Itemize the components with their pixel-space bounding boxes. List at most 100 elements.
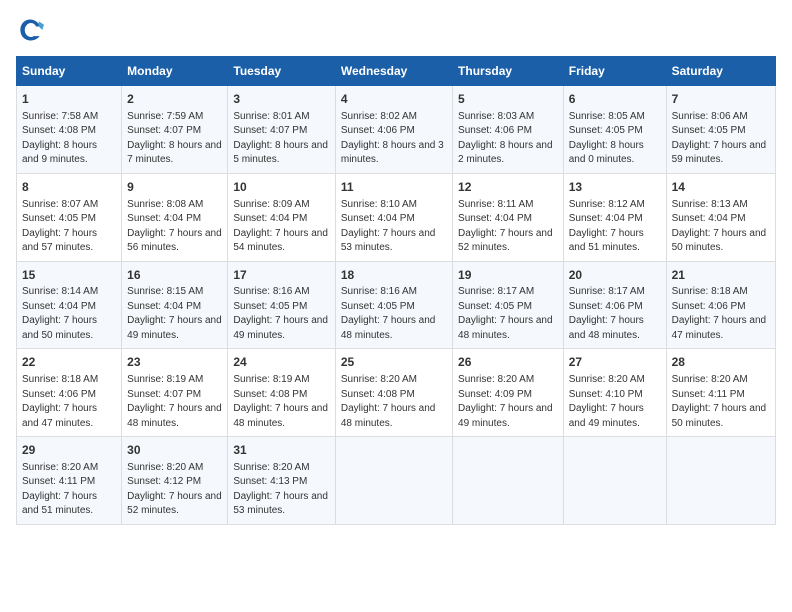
calendar-cell: 8 Sunrise: 8:07 AMSunset: 4:05 PMDaylight… [17,173,122,261]
day-number: 14 [672,179,770,196]
calendar-cell: 31 Sunrise: 8:20 AMSunset: 4:13 PMDayligh… [228,437,335,525]
day-number: 2 [127,91,222,108]
cell-content: Sunrise: 8:13 AMSunset: 4:04 PMDaylight:… [672,198,770,256]
day-number: 31 [233,442,329,459]
day-number: 13 [569,179,661,196]
calendar-cell: 2 Sunrise: 7:59 AMSunset: 4:07 PMDaylight… [122,86,228,174]
cell-content: Sunrise: 8:11 AMSunset: 4:04 PMDaylight:… [458,198,558,256]
cell-content: Sunrise: 8:10 AMSunset: 4:04 PMDaylight:… [341,198,447,256]
calendar-cell: 28Sunrise: 8:20 AMSunset: 4:11 PMDayligh… [666,349,775,437]
cell-content: Sunrise: 7:58 AMSunset: 4:08 PMDaylight:… [22,110,116,168]
calendar-cell: 19Sunrise: 8:17 AMSunset: 4:05 PMDayligh… [453,261,564,349]
day-number: 9 [127,179,222,196]
calendar-cell: 23 Sunrise: 8:19 AMSunset: 4:07 PMDayligh… [122,349,228,437]
day-number: 7 [672,91,770,108]
day-number: 12 [458,179,558,196]
cell-content: Sunrise: 8:20 AMSunset: 4:09 PMDaylight:… [458,373,558,431]
cell-content: Sunrise: 8:03 AMSunset: 4:06 PMDaylight:… [458,110,558,168]
calendar-cell: 20Sunrise: 8:17 AMSunset: 4:06 PMDayligh… [563,261,666,349]
column-header-sunday: Sunday [17,57,122,86]
calendar-cell: 10 Sunrise: 8:09 AMSunset: 4:04 PMDayligh… [228,173,335,261]
cell-content: Sunrise: 8:19 AMSunset: 4:07 PMDaylight:… [127,373,222,431]
column-header-friday: Friday [563,57,666,86]
day-number: 20 [569,267,661,284]
calendar-cell [666,437,775,525]
logo [16,16,50,44]
calendar-cell: 7 Sunrise: 8:06 AMSunset: 4:05 PMDaylight… [666,86,775,174]
calendar-cell: 27 Sunrise: 8:20 AMSunset: 4:10 PMDayligh… [563,349,666,437]
calendar-cell: 16Sunrise: 8:15 AMSunset: 4:04 PMDayligh… [122,261,228,349]
cell-content: Sunrise: 7:59 AMSunset: 4:07 PMDaylight:… [127,110,222,168]
calendar-cell: 14 Sunrise: 8:13 AMSunset: 4:04 PMDayligh… [666,173,775,261]
cell-content: Sunrise: 8:20 AMSunset: 4:08 PMDaylight:… [341,373,447,431]
calendar-cell [335,437,452,525]
calendar-cell: 30 Sunrise: 8:20 AMSunset: 4:12 PMDayligh… [122,437,228,525]
cell-content: Sunrise: 8:14 AMSunset: 4:04 PMDaylight:… [22,285,116,343]
cell-content: Sunrise: 8:17 AMSunset: 4:05 PMDaylight:… [458,285,558,343]
calendar-cell: 24 Sunrise: 8:19 AMSunset: 4:08 PMDayligh… [228,349,335,437]
column-header-monday: Monday [122,57,228,86]
day-number: 22 [22,354,116,371]
day-number: 6 [569,91,661,108]
cell-content: Sunrise: 8:08 AMSunset: 4:04 PMDaylight:… [127,198,222,256]
day-number: 1 [22,91,116,108]
calendar-week-row: 29 Sunrise: 8:20 AMSunset: 4:11 PMDayligh… [17,437,776,525]
day-number: 24 [233,354,329,371]
day-number: 4 [341,91,447,108]
day-number: 25 [341,354,447,371]
calendar-cell: 5Sunrise: 8:03 AMSunset: 4:06 PMDaylight… [453,86,564,174]
cell-content: Sunrise: 8:20 AMSunset: 4:13 PMDaylight:… [233,461,329,519]
calendar-cell: 21Sunrise: 8:18 AMSunset: 4:06 PMDayligh… [666,261,775,349]
day-number: 29 [22,442,116,459]
calendar-cell: 13Sunrise: 8:12 AMSunset: 4:04 PMDayligh… [563,173,666,261]
day-number: 30 [127,442,222,459]
calendar-cell [453,437,564,525]
calendar-cell: 25 Sunrise: 8:20 AMSunset: 4:08 PMDayligh… [335,349,452,437]
page-header [16,16,776,44]
cell-content: Sunrise: 8:18 AMSunset: 4:06 PMDaylight:… [22,373,116,431]
calendar-cell [563,437,666,525]
day-number: 11 [341,179,447,196]
calendar-week-row: 22 Sunrise: 8:18 AMSunset: 4:06 PMDayligh… [17,349,776,437]
cell-content: Sunrise: 8:16 AMSunset: 4:05 PMDaylight:… [341,285,447,343]
cell-content: Sunrise: 8:06 AMSunset: 4:05 PMDaylight:… [672,110,770,168]
calendar-cell: 9 Sunrise: 8:08 AMSunset: 4:04 PMDaylight… [122,173,228,261]
day-number: 8 [22,179,116,196]
cell-content: Sunrise: 8:01 AMSunset: 4:07 PMDaylight:… [233,110,329,168]
day-number: 21 [672,267,770,284]
column-header-thursday: Thursday [453,57,564,86]
calendar-cell: 18Sunrise: 8:16 AMSunset: 4:05 PMDayligh… [335,261,452,349]
day-number: 23 [127,354,222,371]
cell-content: Sunrise: 8:02 AMSunset: 4:06 PMDaylight:… [341,110,447,168]
cell-content: Sunrise: 8:20 AMSunset: 4:12 PMDaylight:… [127,461,222,519]
logo-icon [16,16,44,44]
column-header-wednesday: Wednesday [335,57,452,86]
calendar-cell: 22 Sunrise: 8:18 AMSunset: 4:06 PMDayligh… [17,349,122,437]
cell-content: Sunrise: 8:20 AMSunset: 4:10 PMDaylight:… [569,373,661,431]
calendar-cell: 11 Sunrise: 8:10 AMSunset: 4:04 PMDayligh… [335,173,452,261]
day-number: 17 [233,267,329,284]
day-number: 16 [127,267,222,284]
cell-content: Sunrise: 8:05 AMSunset: 4:05 PMDaylight:… [569,110,661,168]
cell-content: Sunrise: 8:07 AMSunset: 4:05 PMDaylight:… [22,198,116,256]
calendar-cell: 1 Sunrise: 7:58 AMSunset: 4:08 PMDaylight… [17,86,122,174]
day-number: 28 [672,354,770,371]
day-number: 10 [233,179,329,196]
day-number: 26 [458,354,558,371]
cell-content: Sunrise: 8:15 AMSunset: 4:04 PMDaylight:… [127,285,222,343]
calendar-cell: 15Sunrise: 8:14 AMSunset: 4:04 PMDayligh… [17,261,122,349]
calendar-week-row: 1 Sunrise: 7:58 AMSunset: 4:08 PMDaylight… [17,86,776,174]
cell-content: Sunrise: 8:17 AMSunset: 4:06 PMDaylight:… [569,285,661,343]
calendar-cell: 17Sunrise: 8:16 AMSunset: 4:05 PMDayligh… [228,261,335,349]
header-row: SundayMondayTuesdayWednesdayThursdayFrid… [17,57,776,86]
cell-content: Sunrise: 8:09 AMSunset: 4:04 PMDaylight:… [233,198,329,256]
day-number: 27 [569,354,661,371]
calendar-week-row: 8 Sunrise: 8:07 AMSunset: 4:05 PMDaylight… [17,173,776,261]
cell-content: Sunrise: 8:20 AMSunset: 4:11 PMDaylight:… [22,461,116,519]
cell-content: Sunrise: 8:19 AMSunset: 4:08 PMDaylight:… [233,373,329,431]
day-number: 18 [341,267,447,284]
day-number: 19 [458,267,558,284]
calendar-cell: 4 Sunrise: 8:02 AMSunset: 4:06 PMDaylight… [335,86,452,174]
column-header-tuesday: Tuesday [228,57,335,86]
calendar-cell: 6 Sunrise: 8:05 AMSunset: 4:05 PMDaylight… [563,86,666,174]
